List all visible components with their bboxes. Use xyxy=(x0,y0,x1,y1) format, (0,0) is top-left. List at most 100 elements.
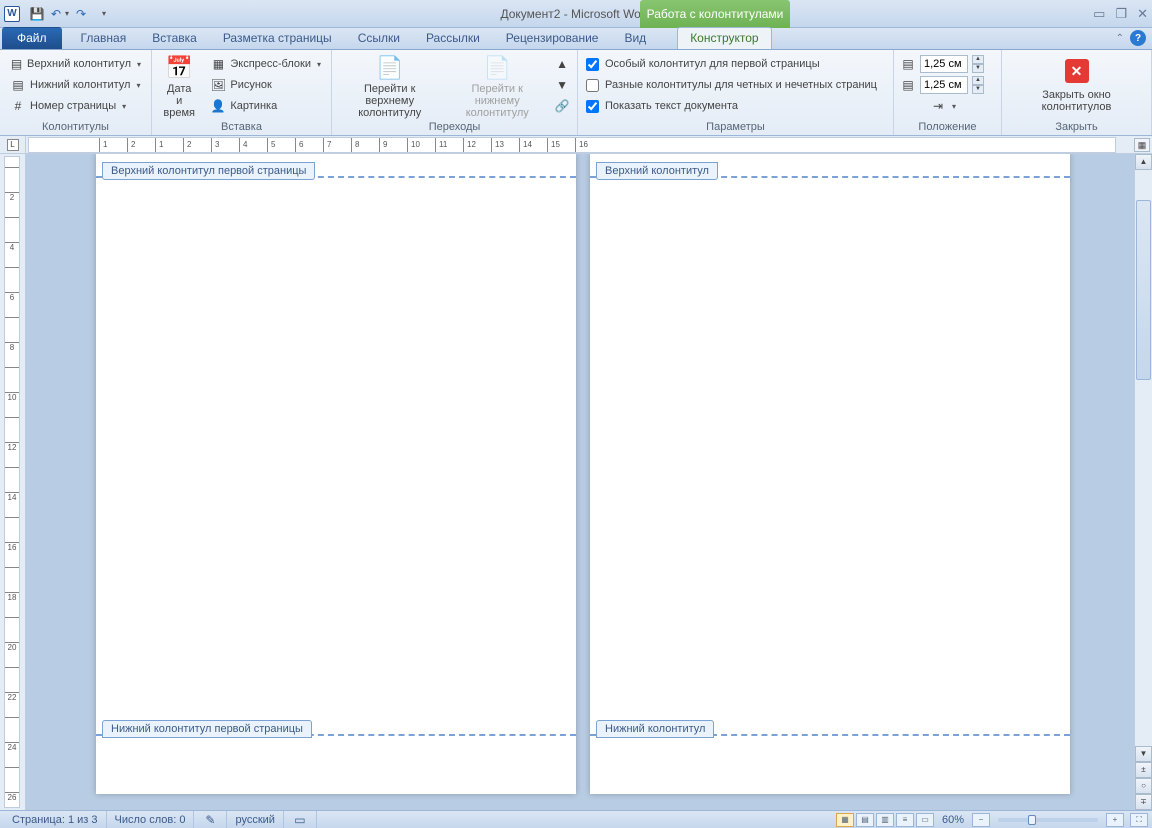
chk-odd-even[interactable]: Разные колонтитулы для четных и нечетных… xyxy=(584,75,887,95)
scroll-up-button[interactable]: ▲ xyxy=(1135,154,1152,170)
tab-selector[interactable]: L xyxy=(0,136,26,154)
help-icon[interactable]: ? xyxy=(1130,30,1146,46)
zoom-fullscreen-button[interactable]: ⛶ xyxy=(1130,813,1148,827)
close-l1: Закрыть окно xyxy=(1042,89,1111,101)
tab-constructor[interactable]: Конструктор xyxy=(677,27,771,49)
qat-undo-button[interactable]: ↶▾ xyxy=(49,4,69,24)
prev-page-button[interactable]: ± xyxy=(1135,762,1152,778)
header-icon: ▤ xyxy=(10,56,23,72)
chk-show-doc[interactable]: Показать текст документа xyxy=(584,96,887,116)
datetime-l1: Дата и xyxy=(163,83,195,107)
goto-header-l2: колонтитулу xyxy=(358,107,421,119)
goto-footer-l2: колонтитулу xyxy=(466,107,529,119)
tab-view[interactable]: Вид xyxy=(611,27,659,49)
header-dropdown[interactable]: ▤Верхний колонтитул▾ xyxy=(6,54,145,74)
minimize-ribbon-icon[interactable]: ⌃ xyxy=(1116,33,1124,44)
page-2[interactable]: Верхний колонтитул Нижний колонтитул xyxy=(590,154,1070,794)
spin-down[interactable]: ▼ xyxy=(972,64,984,73)
status-overtype[interactable]: ▭ xyxy=(284,811,317,828)
minimize-button[interactable]: ▭ xyxy=(1093,6,1105,22)
tab-mailings[interactable]: Рассылки xyxy=(413,27,493,49)
view-fullscreen-button[interactable]: ▤ xyxy=(856,813,874,827)
qat-save-button[interactable]: 💾 xyxy=(27,4,47,24)
tab-icon: ⇥ xyxy=(930,98,946,114)
view-draft-button[interactable]: ▭ xyxy=(916,813,934,827)
horizontal-ruler[interactable]: 1212345678910111213141516 xyxy=(28,137,1116,153)
close-header-footer-button[interactable]: ✕ Закрыть окно колонтитулов xyxy=(1035,52,1119,118)
title-bar: W 💾 ↶▾ ↷ ▾ Документ2 - Microsoft Word Ра… xyxy=(0,0,1152,28)
header-from-top-input[interactable] xyxy=(920,55,968,73)
nav-prev-button[interactable]: ▲ xyxy=(553,54,571,74)
picture-button[interactable]: 🖼Рисунок xyxy=(206,75,325,95)
ruler-toggle-button[interactable]: ▦ xyxy=(1134,138,1150,152)
chk-odd-even-box[interactable] xyxy=(586,79,599,92)
tab-home[interactable]: Главная xyxy=(68,27,140,49)
restore-button[interactable]: ❐ xyxy=(1115,6,1127,22)
spin-down[interactable]: ▼ xyxy=(972,85,984,94)
close-window-button[interactable]: ✕ xyxy=(1137,6,1148,22)
view-outline-button[interactable]: ≡ xyxy=(896,813,914,827)
footer-from-bottom-spinner[interactable]: ▤ ▲▼ xyxy=(900,75,986,95)
tab-references[interactable]: Ссылки xyxy=(345,27,413,49)
clipart-button[interactable]: 👤Картинка xyxy=(206,96,325,116)
tab-insert[interactable]: Вставка xyxy=(139,27,210,49)
footer-from-bottom-input[interactable] xyxy=(920,76,968,94)
chk-first-page[interactable]: Особый колонтитул для первой страницы xyxy=(584,54,887,74)
datetime-button[interactable]: 📅 Дата и время xyxy=(156,52,202,118)
nav-next-button[interactable]: ▼ xyxy=(553,75,571,95)
view-print-layout-button[interactable]: ▦ xyxy=(836,813,854,827)
scroll-thumb[interactable] xyxy=(1136,200,1151,380)
qat-customize-button[interactable]: ▾ xyxy=(93,4,113,24)
pagenum-dropdown[interactable]: #Номер страницы▾ xyxy=(6,96,145,116)
quickparts-dropdown[interactable]: ▦Экспресс-блоки▾ xyxy=(206,54,325,74)
link-prev-button[interactable]: 🔗 xyxy=(553,96,571,116)
page-1[interactable]: Верхний колонтитул первой страницы Нижни… xyxy=(96,154,576,794)
window-title: Документ2 - Microsoft Word xyxy=(500,7,651,21)
close-l2: колонтитулов xyxy=(1042,101,1112,113)
group-position: ▤ ▲▼ ▤ ▲▼ ⇥▾ Положение xyxy=(894,50,1002,135)
ribbon: ▤Верхний колонтитул▾ ▤Нижний колонтитул▾… xyxy=(0,50,1152,136)
scroll-down-button[interactable]: ▼ xyxy=(1135,746,1152,762)
status-words[interactable]: Число слов: 0 xyxy=(107,811,195,828)
spin-up[interactable]: ▲ xyxy=(972,55,984,64)
zoom-out-button[interactable]: − xyxy=(972,813,990,827)
pagenum-icon: # xyxy=(10,98,26,114)
prev-icon: ▲ xyxy=(556,56,568,72)
spin-up[interactable]: ▲ xyxy=(972,76,984,85)
clipart-label: Картинка xyxy=(230,100,277,112)
datetime-l2: время xyxy=(163,107,195,119)
zoom-level[interactable]: 60% xyxy=(942,814,964,826)
zoom-slider[interactable] xyxy=(998,818,1098,822)
align-tab-button[interactable]: ⇥▾ xyxy=(900,96,986,116)
goto-header-button[interactable]: 📄 Перейти к верхнему колонтитулу xyxy=(336,52,443,118)
status-spellcheck[interactable]: ✎ xyxy=(194,811,227,828)
chk-show-doc-box[interactable] xyxy=(586,100,599,113)
tab-file[interactable]: Файл xyxy=(2,27,62,49)
picture-label: Рисунок xyxy=(230,79,272,91)
contextual-tab-label: Работа с колонтитулами xyxy=(640,0,790,28)
word-app-icon: W xyxy=(4,6,20,22)
zoom-in-button[interactable]: + xyxy=(1106,813,1124,827)
view-web-button[interactable]: ▥ xyxy=(876,813,894,827)
page-up-icon: 📄 xyxy=(374,55,406,81)
tab-review[interactable]: Рецензирование xyxy=(493,27,612,49)
close-x-icon: ✕ xyxy=(1065,59,1089,83)
header-from-top-spinner[interactable]: ▤ ▲▼ xyxy=(900,54,986,74)
group-label-close: Закрыть xyxy=(1006,119,1147,135)
status-language[interactable]: русский xyxy=(227,811,283,828)
document-area[interactable]: Верхний колонтитул первой страницы Нижни… xyxy=(26,154,1134,810)
zoom-slider-handle[interactable] xyxy=(1028,815,1036,825)
goto-footer-button: 📄 Перейти к нижнему колонтитулу xyxy=(445,52,549,118)
footer-dropdown[interactable]: ▤Нижний колонтитул▾ xyxy=(6,75,145,95)
chk-first-page-box[interactable] xyxy=(586,58,599,71)
group-label-headers: Колонтитулы xyxy=(4,119,147,135)
browse-object-button[interactable]: ○ xyxy=(1135,778,1152,794)
tab-layout[interactable]: Разметка страницы xyxy=(210,27,345,49)
group-label-insert: Вставка xyxy=(156,119,327,135)
scroll-track[interactable] xyxy=(1135,170,1152,746)
vertical-scrollbar[interactable]: ▲ ▼ ± ○ ∓ xyxy=(1134,154,1152,810)
next-page-button[interactable]: ∓ xyxy=(1135,794,1152,810)
qat-redo-button[interactable]: ↷ xyxy=(71,4,91,24)
vertical-ruler[interactable]: 2468101214161820222426 xyxy=(0,154,26,810)
status-page[interactable]: Страница: 1 из 3 xyxy=(4,811,107,828)
